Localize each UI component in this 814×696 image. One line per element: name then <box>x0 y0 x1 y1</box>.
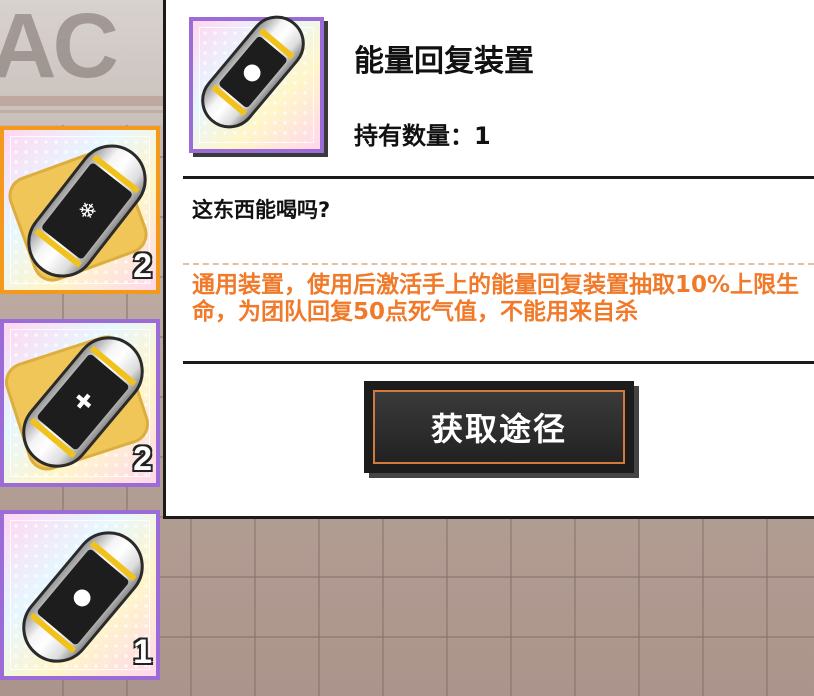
owned-label: 持有数量： <box>354 122 474 150</box>
dashed-divider <box>183 263 814 265</box>
item-slot-2[interactable]: ✚ 2 <box>0 319 160 487</box>
owned-value: 1 <box>474 122 491 150</box>
divider <box>183 361 814 364</box>
background-wall: AC <box>0 0 170 125</box>
item-icon-frame: ● <box>189 4 324 153</box>
background-sign-text: AC <box>0 0 119 97</box>
background-stripe <box>0 96 170 106</box>
owned-quantity: 持有数量：1 <box>354 116 491 151</box>
flame-icon: ● <box>237 56 269 88</box>
snowflake-icon: ❄ <box>72 195 102 227</box>
item-count: 1 <box>133 633 152 671</box>
item-count: 2 <box>133 440 152 478</box>
item-slot-3[interactable]: ● 1 <box>0 510 160 680</box>
acquire-method-label: 获取途径 <box>430 410 567 448</box>
flame-icon: ● <box>67 581 99 613</box>
heart-cross-icon: ✚ <box>67 386 99 418</box>
item-description: 通用装置，使用后激活手上的能量回复装置抽取10%上限生命，为团队回复50点死气值… <box>192 272 800 325</box>
flavor-text: 这东西能喝吗? <box>192 198 331 222</box>
item-count: 2 <box>133 247 152 285</box>
item-detail-panel: ● 能量回复装置 持有数量：1 这东西能喝吗? 通用装置，使用后激活手上的能量回… <box>163 0 814 519</box>
item-slot-1[interactable]: ❄ 2 <box>0 126 161 294</box>
item-name: 能量回复装置 <box>354 44 534 79</box>
divider <box>183 176 814 179</box>
background-stripe <box>0 110 170 113</box>
acquire-method-button[interactable]: 获取途径 <box>364 381 634 473</box>
